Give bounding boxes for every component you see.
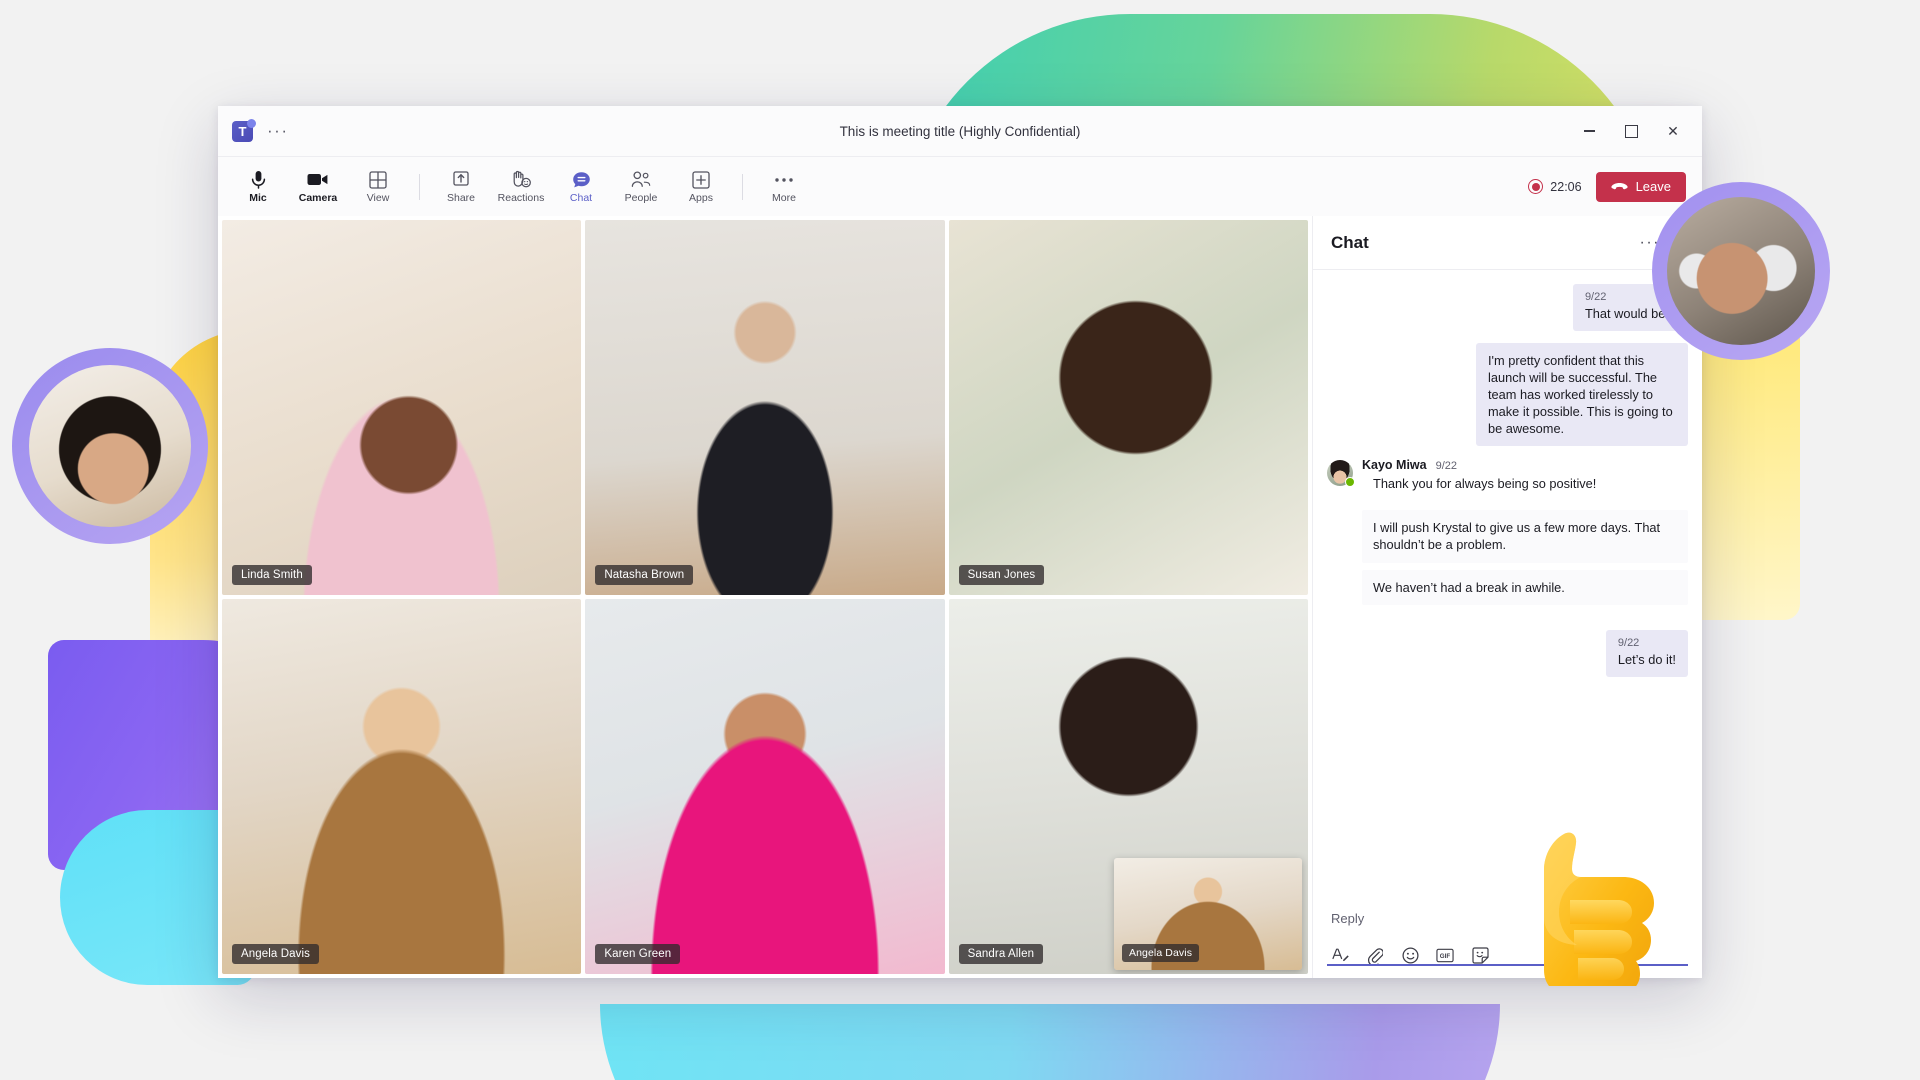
toolbar-label-mic: Mic — [249, 193, 267, 204]
toolbar-label-share: Share — [447, 193, 475, 204]
maximize-button[interactable] — [1610, 114, 1652, 148]
sticker-icon[interactable] — [1471, 946, 1489, 964]
toolbar-label-reactions: Reactions — [498, 193, 545, 204]
svg-text:GIF: GIF — [1440, 953, 1451, 960]
message-author: Kayo Miwa — [1362, 458, 1427, 472]
presence-available-icon — [1345, 477, 1355, 487]
share-screen-icon — [452, 170, 470, 190]
message-text: I will push Krystal to give us a few mor… — [1362, 510, 1688, 563]
attach-paperclip-icon[interactable] — [1366, 946, 1384, 964]
page-title: This is meeting title (Highly Confidenti… — [218, 124, 1702, 139]
message-text: Let’s do it! — [1618, 651, 1676, 668]
toolbar-divider-2 — [742, 174, 743, 200]
participant-name-badge: Linda Smith — [232, 565, 312, 585]
video-tile-natasha-brown[interactable]: Natasha Brown — [585, 220, 944, 595]
close-button[interactable] — [1652, 114, 1694, 148]
message-body: Kayo Miwa 9/22 Thank you for always bein… — [1362, 458, 1688, 612]
toolbar-label-more: More — [772, 193, 796, 204]
leave-button-label: Leave — [1636, 179, 1671, 194]
chat-message-outgoing-3: 9/22 Let’s do it! — [1327, 630, 1688, 677]
toolbar-button-chat[interactable]: Chat — [551, 161, 611, 213]
toolbar-right-group: 22:06 Leave — [1528, 172, 1686, 202]
toolbar-button-share[interactable]: Share — [431, 161, 491, 213]
thumbs-up-emoji — [1508, 806, 1678, 986]
window-titlebar: T ··· This is meeting title (Highly Conf… — [218, 106, 1702, 156]
video-tile-karen-green[interactable]: Karen Green — [585, 599, 944, 974]
participant-name-badge: Susan Jones — [959, 565, 1045, 585]
teams-logo-icon: T — [232, 121, 253, 142]
chat-panel-title: Chat — [1331, 233, 1369, 253]
message-timestamp: 9/22 — [1436, 460, 1457, 472]
toolbar-label-chat: Chat — [570, 193, 592, 204]
toolbar-button-view[interactable]: View — [348, 161, 408, 213]
grid-view-icon — [369, 170, 387, 190]
chat-header: Chat ··· — [1313, 216, 1702, 270]
decorative-blob-bottom-gradient — [600, 1004, 1500, 1080]
toolbar-button-mic[interactable]: Mic — [228, 161, 288, 213]
decorative-avatar-left-ring — [12, 348, 208, 544]
video-tile-susan-jones[interactable]: Susan Jones — [949, 220, 1308, 595]
participant-name-badge: Karen Green — [595, 944, 680, 964]
toolbar-divider-1 — [419, 174, 420, 200]
self-view-pip[interactable]: Angela Davis — [1114, 858, 1302, 970]
toolbar-label-people: People — [625, 193, 658, 204]
minimize-button[interactable] — [1568, 114, 1610, 148]
toolbar-button-more[interactable]: More — [754, 161, 814, 213]
video-feed — [949, 220, 1308, 595]
meeting-body: Linda Smith Natasha Brown Susan Jones An… — [218, 216, 1702, 978]
meeting-timer: 22:06 — [1550, 180, 1581, 194]
recording-indicator: 22:06 — [1528, 179, 1581, 194]
message-text: Thank you for always being so positive! — [1362, 475, 1688, 502]
record-dot-icon — [1528, 179, 1543, 194]
participant-name-badge: Angela Davis — [232, 944, 319, 964]
chat-bubble: I'm pretty confident that this launch wi… — [1476, 343, 1688, 446]
raise-hand-reactions-icon — [511, 170, 531, 190]
toolbar-button-people[interactable]: People — [611, 161, 671, 213]
toolbar-button-apps[interactable]: Apps — [671, 161, 731, 213]
titlebar-more-icon[interactable]: ··· — [267, 126, 288, 136]
people-icon — [631, 170, 652, 190]
apps-plus-icon — [692, 170, 710, 190]
emoji-smiley-icon[interactable] — [1401, 946, 1419, 964]
decorative-avatar-right-ring — [1652, 182, 1830, 360]
message-text: We haven’t had a break in awhile. — [1362, 570, 1688, 606]
more-ellipsis-icon — [774, 170, 794, 190]
camera-icon — [307, 170, 329, 190]
video-tile-linda-smith[interactable]: Linda Smith — [222, 220, 581, 595]
video-grid: Linda Smith Natasha Brown Susan Jones An… — [218, 216, 1312, 978]
chat-message-outgoing-1: 9/22 That would be n — [1327, 284, 1688, 331]
teams-meeting-window: T ··· This is meeting title (Highly Conf… — [218, 106, 1702, 978]
chat-message-outgoing-2: I'm pretty confident that this launch wi… — [1327, 343, 1688, 446]
gif-icon[interactable]: GIF — [1436, 946, 1454, 964]
chat-message-incoming-1: Kayo Miwa 9/22 Thank you for always bein… — [1327, 458, 1688, 612]
avatar — [1327, 460, 1353, 486]
toolbar-button-camera[interactable]: Camera — [288, 161, 348, 213]
message-meta: Kayo Miwa 9/22 — [1362, 458, 1688, 474]
chat-bubble-icon — [572, 170, 591, 190]
video-feed — [585, 599, 944, 974]
video-tile-angela-davis[interactable]: Angela Davis — [222, 599, 581, 974]
chat-bubble: 9/22 Let’s do it! — [1606, 630, 1688, 677]
hangup-phone-icon — [1611, 179, 1628, 194]
video-feed — [222, 599, 581, 974]
video-tile-sandra-allen[interactable]: Angela Davis Sandra Allen — [949, 599, 1308, 974]
leave-button[interactable]: Leave — [1596, 172, 1686, 202]
meeting-toolbar: Mic Camera View Share — [218, 156, 1702, 216]
video-feed — [222, 220, 581, 595]
toolbar-label-camera: Camera — [299, 193, 338, 204]
smiling-woman-avatar — [29, 365, 191, 527]
format-text-icon[interactable] — [1331, 946, 1349, 964]
pip-name-badge: Angela Davis — [1122, 944, 1199, 962]
message-timestamp: 9/22 — [1618, 637, 1676, 649]
participant-name-badge: Sandra Allen — [959, 944, 1043, 964]
microphone-icon — [250, 170, 267, 190]
participant-name-badge: Natasha Brown — [595, 565, 693, 585]
toolbar-label-apps: Apps — [689, 193, 713, 204]
toolbar-button-reactions[interactable]: Reactions — [491, 161, 551, 213]
toolbar-label-view: View — [367, 193, 390, 204]
man-with-headphones-avatar — [1667, 197, 1815, 345]
video-feed — [585, 220, 944, 595]
window-controls — [1568, 114, 1694, 148]
screenshot-root: T ··· This is meeting title (Highly Conf… — [0, 0, 1920, 1080]
